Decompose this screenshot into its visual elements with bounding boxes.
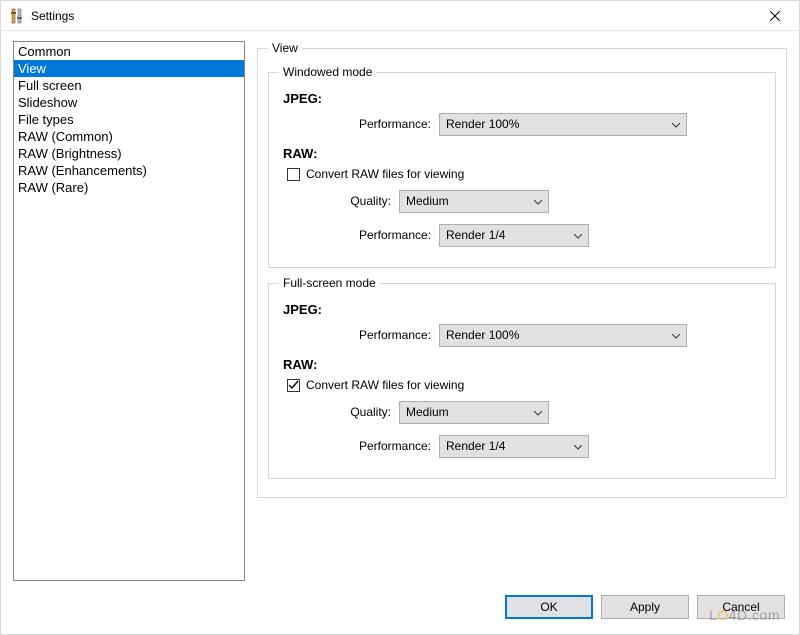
close-icon <box>770 11 780 21</box>
sidebar-item-file-types[interactable]: File types <box>14 111 244 128</box>
settings-panel: View Windowed mode JPEG: Performance: Re… <box>257 41 787 581</box>
fullscreen-raw-convert-checkbox[interactable] <box>287 379 300 392</box>
ok-button[interactable]: OK <box>505 595 593 619</box>
windowed-raw-performance-label: Performance: <box>279 228 439 242</box>
fullscreen-raw-quality-label: Quality: <box>279 405 399 419</box>
apply-button[interactable]: Apply <box>601 595 689 619</box>
fullscreen-mode-group: Full-screen mode JPEG: Performance: Rend… <box>268 276 776 479</box>
windowed-raw-performance-value: Render 1/4 <box>446 228 505 242</box>
windowed-mode-group: Windowed mode JPEG: Performance: Render … <box>268 65 776 268</box>
cancel-button[interactable]: Cancel <box>697 595 785 619</box>
fullscreen-jpeg-performance-select[interactable]: Render 100% <box>439 324 687 347</box>
sidebar-item-slideshow[interactable]: Slideshow <box>14 94 244 111</box>
fullscreen-jpeg-performance-label: Performance: <box>279 328 439 342</box>
fullscreen-raw-convert-label[interactable]: Convert RAW files for viewing <box>306 378 464 392</box>
windowed-raw-performance-select[interactable]: Render 1/4 <box>439 224 589 247</box>
windowed-raw-label: RAW: <box>283 146 765 161</box>
settings-app-icon <box>9 8 25 24</box>
windowed-jpeg-performance-value: Render 100% <box>446 117 519 131</box>
sidebar-item-full-screen[interactable]: Full screen <box>14 77 244 94</box>
fullscreen-jpeg-performance-value: Render 100% <box>446 328 519 342</box>
fullscreen-jpeg-label: JPEG: <box>283 302 765 317</box>
sidebar-item-raw-brightness[interactable]: RAW (Brightness) <box>14 145 244 162</box>
fullscreen-raw-label: RAW: <box>283 357 765 372</box>
fullscreen-raw-quality-select[interactable]: Medium <box>399 401 549 424</box>
sidebar-item-raw-enhancements[interactable]: RAW (Enhancements) <box>14 162 244 179</box>
windowed-raw-quality-select[interactable]: Medium <box>399 190 549 213</box>
windowed-jpeg-label: JPEG: <box>283 91 765 106</box>
windowed-raw-quality-label: Quality: <box>279 194 399 208</box>
chevron-down-icon <box>534 194 542 208</box>
fullscreen-raw-performance-label: Performance: <box>279 439 439 453</box>
dialog-footer: OK Apply Cancel <box>1 587 799 627</box>
check-icon <box>288 380 299 391</box>
view-group-legend: View <box>268 41 302 55</box>
titlebar: Settings <box>1 1 799 31</box>
sidebar-item-view[interactable]: View <box>14 60 244 77</box>
windowed-raw-quality-value: Medium <box>406 194 449 208</box>
view-group: View Windowed mode JPEG: Performance: Re… <box>257 41 787 498</box>
chevron-down-icon <box>574 439 582 453</box>
windowed-mode-legend: Windowed mode <box>279 65 376 79</box>
fullscreen-raw-performance-select[interactable]: Render 1/4 <box>439 435 589 458</box>
chevron-down-icon <box>534 405 542 419</box>
window-title: Settings <box>31 9 752 23</box>
fullscreen-mode-legend: Full-screen mode <box>279 276 380 290</box>
sidebar-item-common[interactable]: Common <box>14 43 244 60</box>
windowed-jpeg-performance-label: Performance: <box>279 117 439 131</box>
windowed-raw-convert-label[interactable]: Convert RAW files for viewing <box>306 167 464 181</box>
windowed-jpeg-performance-select[interactable]: Render 100% <box>439 113 687 136</box>
category-list[interactable]: Common View Full screen Slideshow File t… <box>13 41 245 581</box>
windowed-raw-convert-checkbox[interactable] <box>287 168 300 181</box>
fullscreen-raw-quality-value: Medium <box>406 405 449 419</box>
content: Common View Full screen Slideshow File t… <box>1 31 799 587</box>
fullscreen-raw-performance-value: Render 1/4 <box>446 439 505 453</box>
close-button[interactable] <box>752 2 797 30</box>
chevron-down-icon <box>574 228 582 242</box>
sidebar-item-raw-rare[interactable]: RAW (Rare) <box>14 179 244 196</box>
chevron-down-icon <box>672 117 680 131</box>
sidebar-item-raw-common[interactable]: RAW (Common) <box>14 128 244 145</box>
chevron-down-icon <box>672 328 680 342</box>
